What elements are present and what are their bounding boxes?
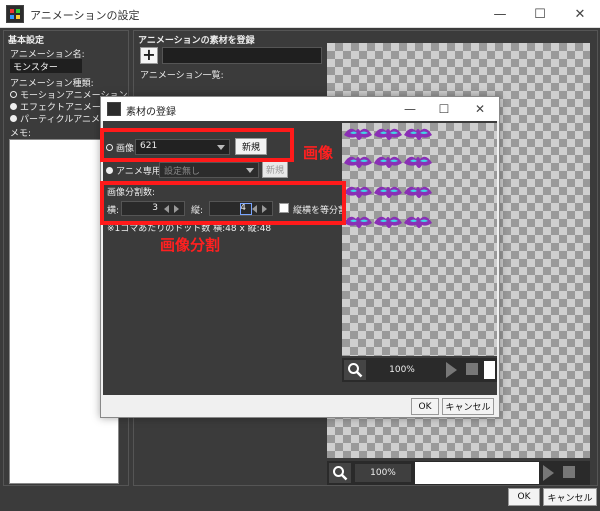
play-icon[interactable] (446, 362, 457, 378)
magnifier-icon[interactable] (344, 360, 366, 380)
animation-list-label: アニメーション一覧: (140, 71, 224, 81)
stop-icon[interactable] (466, 363, 478, 375)
cancel-button[interactable]: キャンセル (543, 488, 597, 506)
scroll-area[interactable] (484, 361, 495, 379)
app-icon (6, 5, 24, 23)
annotation-split-label: 画像分割 (160, 236, 221, 254)
dialog-zoom-bar: 100% (342, 358, 497, 382)
stop-icon[interactable] (563, 466, 575, 478)
annotation-split-box (100, 181, 346, 225)
bat-sprite-sheet (344, 128, 432, 228)
radio-indicator (10, 115, 17, 122)
zoom-level[interactable]: 100% (355, 464, 411, 482)
anime-select-value: 設定無し (164, 167, 201, 177)
radio-indicator (106, 167, 113, 174)
add-material-button[interactable]: + (140, 47, 158, 64)
anime-select[interactable]: 設定無し (159, 162, 259, 178)
radio-indicator (10, 103, 17, 110)
animation-name-input[interactable]: モンスター (10, 59, 82, 73)
new-anime-button[interactable]: 新規 (262, 161, 288, 178)
sprite-preview-canvas[interactable] (342, 123, 497, 356)
window-titlebar: アニメーションの設定 — ☐ ✕ (0, 0, 600, 28)
material-path-field[interactable] (162, 47, 322, 64)
dialog-zoom-level[interactable]: 100% (372, 361, 432, 379)
dialog-titlebar: 素材の登録 — ☐ ✕ (101, 97, 499, 121)
dialog-title: 素材の登録 (126, 107, 176, 118)
play-icon[interactable] (543, 465, 554, 481)
annotation-image-label: 画像 (303, 144, 334, 162)
timeline-area[interactable] (415, 462, 539, 484)
radio-anime-only[interactable]: アニメ専用 (106, 164, 166, 177)
maximize-button[interactable]: ☐ (520, 0, 560, 28)
basic-settings-title: 基本設定 (8, 36, 45, 46)
magnifier-icon[interactable] (329, 463, 351, 483)
dialog-close-button[interactable]: ✕ (463, 97, 497, 121)
memo-label: メモ: (10, 129, 32, 139)
dialog-client-area: 画像 621 新規 アニメ専用 設定無し 新規 画像分割数: 横: 3 縦: 4 (103, 121, 497, 395)
radio-label: アニメ専用 (116, 167, 161, 177)
dialog-ok-button[interactable]: OK (411, 398, 439, 415)
dialog-cancel-button[interactable]: キャンセル (442, 398, 494, 415)
minimize-button[interactable]: — (480, 0, 520, 28)
window-title: アニメーションの設定 (30, 9, 140, 22)
annotation-image-box (100, 128, 294, 162)
chevron-down-icon (246, 168, 254, 173)
dialog-minimize-button[interactable]: — (393, 97, 427, 121)
preview-zoom-bar: 100% (327, 461, 590, 485)
radio-indicator (10, 91, 17, 98)
close-button[interactable]: ✕ (560, 0, 600, 28)
ok-button[interactable]: OK (508, 488, 540, 506)
dialog-app-icon (107, 102, 121, 116)
dialog-maximize-button[interactable]: ☐ (427, 97, 461, 121)
